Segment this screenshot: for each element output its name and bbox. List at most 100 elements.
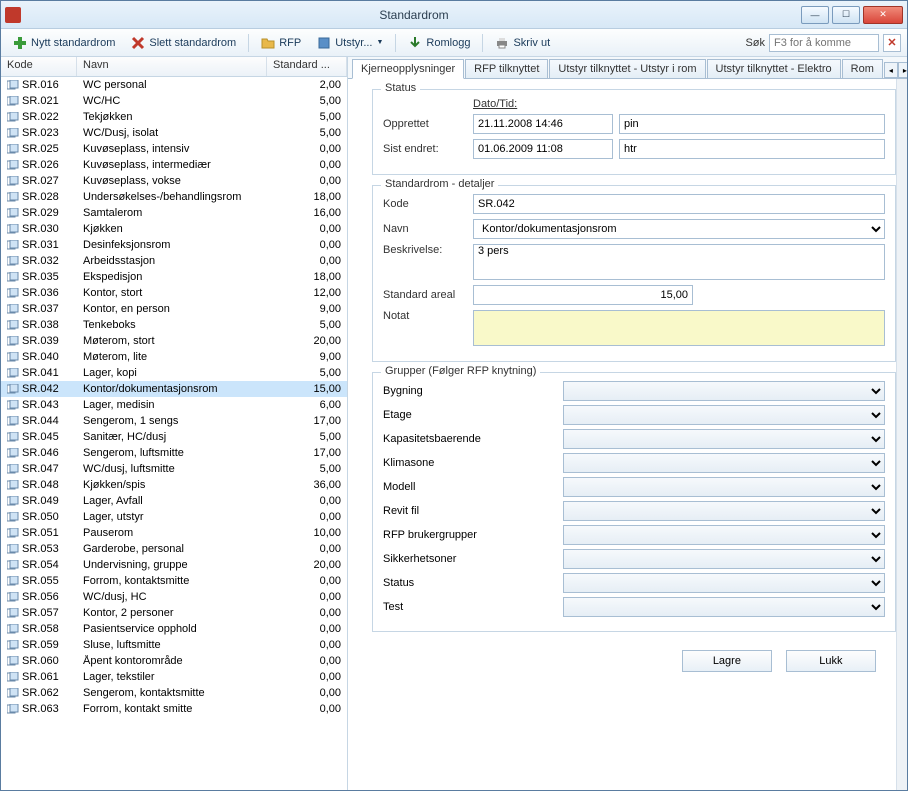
table-row[interactable]: SR.049Lager, Avfall0,00	[1, 493, 347, 509]
close-form-button[interactable]: Lukk	[786, 650, 876, 672]
tab-rfp-tilknyttet[interactable]: RFP tilknyttet	[465, 59, 548, 78]
grid-body[interactable]: SR.016WC personal2,00SR.021WC/HC5,00SR.0…	[1, 77, 347, 790]
cell-navn: WC/dusj, luftsmitte	[77, 463, 267, 475]
group-select[interactable]	[563, 381, 885, 401]
table-row[interactable]: SR.060Åpent kontorområde0,00	[1, 653, 347, 669]
notat-field[interactable]	[473, 310, 885, 346]
beskriv-field[interactable]: 3 pers	[473, 244, 885, 280]
opprettet-by-field[interactable]	[619, 114, 885, 134]
table-row[interactable]: SR.030Kjøkken0,00	[1, 221, 347, 237]
table-row[interactable]: SR.046Sengerom, luftsmitte17,00	[1, 445, 347, 461]
table-row[interactable]: SR.048Kjøkken/spis36,00	[1, 477, 347, 493]
table-row[interactable]: SR.043Lager, medisin6,00	[1, 397, 347, 413]
tab-scroll-left[interactable]: ◂	[884, 62, 898, 78]
right-scrollbar[interactable]	[896, 79, 907, 790]
table-row[interactable]: SR.062Sengerom, kontaktsmitte0,00	[1, 685, 347, 701]
cell-kode: SR.027	[22, 175, 59, 187]
tab-kjerneopplysninger[interactable]: Kjerneopplysninger	[352, 59, 464, 79]
table-row[interactable]: SR.027 Kuvøseplass, vokse0,00	[1, 173, 347, 189]
table-row[interactable]: SR.050Lager, utstyr0,00	[1, 509, 347, 525]
group-select[interactable]	[563, 501, 885, 521]
table-row[interactable]: SR.059Sluse, luftsmitte0,00	[1, 637, 347, 653]
table-row[interactable]: SR.056WC/dusj, HC0,00	[1, 589, 347, 605]
utstyr-button[interactable]: Utstyr... ▼	[311, 34, 389, 52]
table-row[interactable]: SR.037Kontor, en person9,00	[1, 301, 347, 317]
group-select[interactable]	[563, 453, 885, 473]
search-input[interactable]	[769, 34, 879, 52]
table-row[interactable]: SR.032Arbeidsstasjon0,00	[1, 253, 347, 269]
table-row[interactable]: SR.055Forrom, kontaktsmitte0,00	[1, 573, 347, 589]
kode-field[interactable]	[473, 194, 885, 214]
delete-standardrom-button[interactable]: Slett standardrom	[125, 34, 242, 52]
tab-scroll-right[interactable]: ▸	[898, 62, 907, 78]
table-row[interactable]: SR.035Ekspedisjon18,00	[1, 269, 347, 285]
table-row[interactable]: SR.025Kuvøseplass, intensiv0,00	[1, 141, 347, 157]
tab-utstyr-elektro[interactable]: Utstyr tilknyttet - Elektro	[707, 59, 841, 78]
group-select[interactable]	[563, 429, 885, 449]
table-row[interactable]: SR.023WC/Dusj, isolat5,00	[1, 125, 347, 141]
table-row[interactable]: SR.045Sanitær, HC/dusj5,00	[1, 429, 347, 445]
close-button[interactable]: ✕	[863, 6, 903, 24]
cell-kode: SR.016	[22, 79, 59, 91]
table-row[interactable]: SR.058Pasientservice opphold0,00	[1, 621, 347, 637]
tab-utstyr-i-rom[interactable]: Utstyr tilknyttet - Utstyr i rom	[549, 59, 705, 78]
table-row[interactable]: SR.036Kontor, stort12,00	[1, 285, 347, 301]
cell-kode: SR.029	[22, 207, 59, 219]
room-icon	[7, 480, 19, 490]
group-select[interactable]	[563, 573, 885, 593]
table-row[interactable]: SR.061Lager, tekstiler0,00	[1, 669, 347, 685]
table-row[interactable]: SR.040Møterom, lite9,00	[1, 349, 347, 365]
endret-by-field[interactable]	[619, 139, 885, 159]
dropdown-icon: ▼	[376, 39, 383, 46]
group-select[interactable]	[563, 525, 885, 545]
col-header-navn[interactable]: Navn	[77, 57, 267, 76]
room-icon	[7, 416, 19, 426]
table-row[interactable]: SR.044Sengerom, 1 sengs17,00	[1, 413, 347, 429]
cell-std: 20,00	[267, 559, 347, 571]
new-standardrom-button[interactable]: Nytt standardrom	[7, 34, 121, 52]
table-row[interactable]: SR.042Kontor/dokumentasjonsrom15,00	[1, 381, 347, 397]
cell-navn: WC/dusj, HC	[77, 591, 267, 603]
cell-std: 15,00	[267, 383, 347, 395]
table-row[interactable]: SR.063Forrom, kontakt smitte0,00	[1, 701, 347, 717]
save-button[interactable]: Lagre	[682, 650, 772, 672]
table-row[interactable]: SR.057Kontor, 2 personer0,00	[1, 605, 347, 621]
table-row[interactable]: SR.021WC/HC5,00	[1, 93, 347, 109]
opprettet-date-field[interactable]	[473, 114, 613, 134]
rfp-button[interactable]: RFP	[255, 34, 307, 52]
table-row[interactable]: SR.039Møterom, stort20,00	[1, 333, 347, 349]
table-row[interactable]: SR.016WC personal2,00	[1, 77, 347, 93]
tab-rom[interactable]: Rom	[842, 59, 883, 78]
table-row[interactable]: SR.047WC/dusj, luftsmitte5,00	[1, 461, 347, 477]
table-row[interactable]: SR.038Tenkeboks5,00	[1, 317, 347, 333]
col-header-kode[interactable]: Kode	[1, 57, 77, 76]
room-icon	[7, 192, 19, 202]
group-select[interactable]	[563, 477, 885, 497]
table-row[interactable]: SR.053Garderobe, personal0,00	[1, 541, 347, 557]
minimize-button[interactable]: —	[801, 6, 829, 24]
room-icon	[7, 560, 19, 570]
room-icon	[7, 320, 19, 330]
table-row[interactable]: SR.031Desinfeksjonsrom0,00	[1, 237, 347, 253]
cell-navn: Kuvøseplass, vokse	[77, 175, 267, 187]
table-row[interactable]: SR.026Kuvøseplass, intermediær0,00	[1, 157, 347, 173]
maximize-button[interactable]: ☐	[832, 6, 860, 24]
cell-std: 0,00	[267, 175, 347, 187]
group-select[interactable]	[563, 405, 885, 425]
table-row[interactable]: SR.028Undersøkelses-/behandlingsrom18,00	[1, 189, 347, 205]
group-select[interactable]	[563, 549, 885, 569]
navn-select[interactable]: Kontor/dokumentasjonsrom	[473, 219, 885, 239]
table-row[interactable]: SR.029Samtalerom16,00	[1, 205, 347, 221]
group-select[interactable]	[563, 597, 885, 617]
room-icon	[7, 352, 19, 362]
endret-date-field[interactable]	[473, 139, 613, 159]
table-row[interactable]: SR.051Pauserom10,00	[1, 525, 347, 541]
areal-field[interactable]	[473, 285, 693, 305]
table-row[interactable]: SR.041Lager, kopi5,00	[1, 365, 347, 381]
col-header-std[interactable]: Standard ...	[267, 57, 347, 76]
table-row[interactable]: SR.022Tekjøkken5,00	[1, 109, 347, 125]
print-button[interactable]: Skriv ut	[489, 34, 556, 52]
clear-search-button[interactable]: ✕	[883, 34, 901, 52]
table-row[interactable]: SR.054Undervisning, gruppe20,00	[1, 557, 347, 573]
romlogg-button[interactable]: Romlogg	[402, 34, 476, 52]
